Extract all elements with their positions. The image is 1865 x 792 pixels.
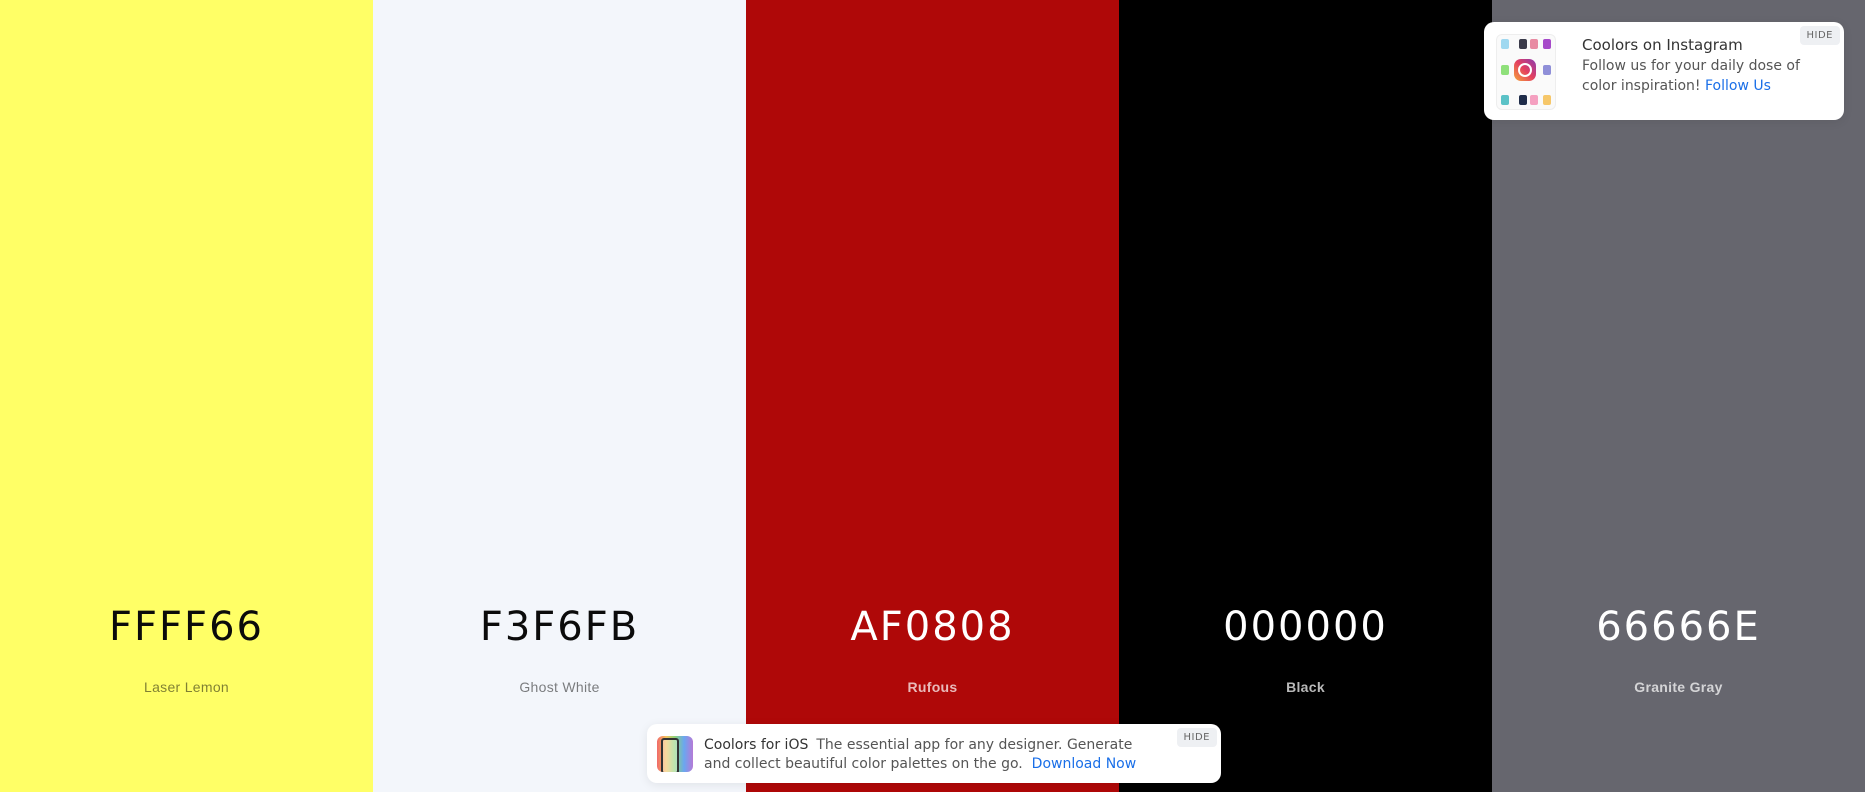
hide-ios-button[interactable]: HIDE (1176, 728, 1217, 747)
swatch-hex[interactable]: F3F6FB (373, 604, 746, 650)
phone-app-icon (657, 736, 693, 772)
hide-instagram-button[interactable]: HIDE (1799, 26, 1840, 45)
instagram-notice-title: Coolors on Instagram (1582, 36, 1743, 54)
swatch-color-name: Ghost White (519, 679, 600, 695)
swatch-rufous[interactable]: AF0808 Rufous (746, 0, 1119, 792)
instagram-notice-body: Follow us for your daily dose of color i… (1582, 56, 1822, 96)
ios-notice-text: Coolors for iOS The essential app for any… (704, 736, 1154, 774)
follow-us-link[interactable]: Follow Us (1705, 78, 1771, 94)
swatch-color-name: Granite Gray (1634, 679, 1723, 695)
swatch-hex[interactable]: AF0808 (746, 604, 1119, 650)
ios-app-notification: Coolors for iOS The essential app for any… (647, 724, 1221, 783)
ios-notice-title: Coolors for iOS (704, 737, 809, 753)
swatch-black[interactable]: 000000 Black (1119, 0, 1492, 792)
instagram-icon (1496, 34, 1556, 110)
instagram-notification: Coolors on Instagram Follow us for your … (1484, 22, 1844, 120)
swatch-hex[interactable]: FFFF66 (0, 604, 373, 650)
swatch-color-name: Laser Lemon (143, 679, 230, 695)
swatch-color-name: Rufous (907, 679, 958, 695)
swatch-ghost-white[interactable]: F3F6FB Ghost White (373, 0, 746, 792)
download-now-link[interactable]: Download Now (1032, 756, 1137, 772)
swatch-hex[interactable]: 66666E (1492, 604, 1865, 650)
swatch-color-name: Black (1286, 679, 1325, 695)
swatch-laser-lemon[interactable]: FFFF66 Laser Lemon (0, 0, 373, 792)
swatch-hex[interactable]: 000000 (1119, 604, 1492, 650)
